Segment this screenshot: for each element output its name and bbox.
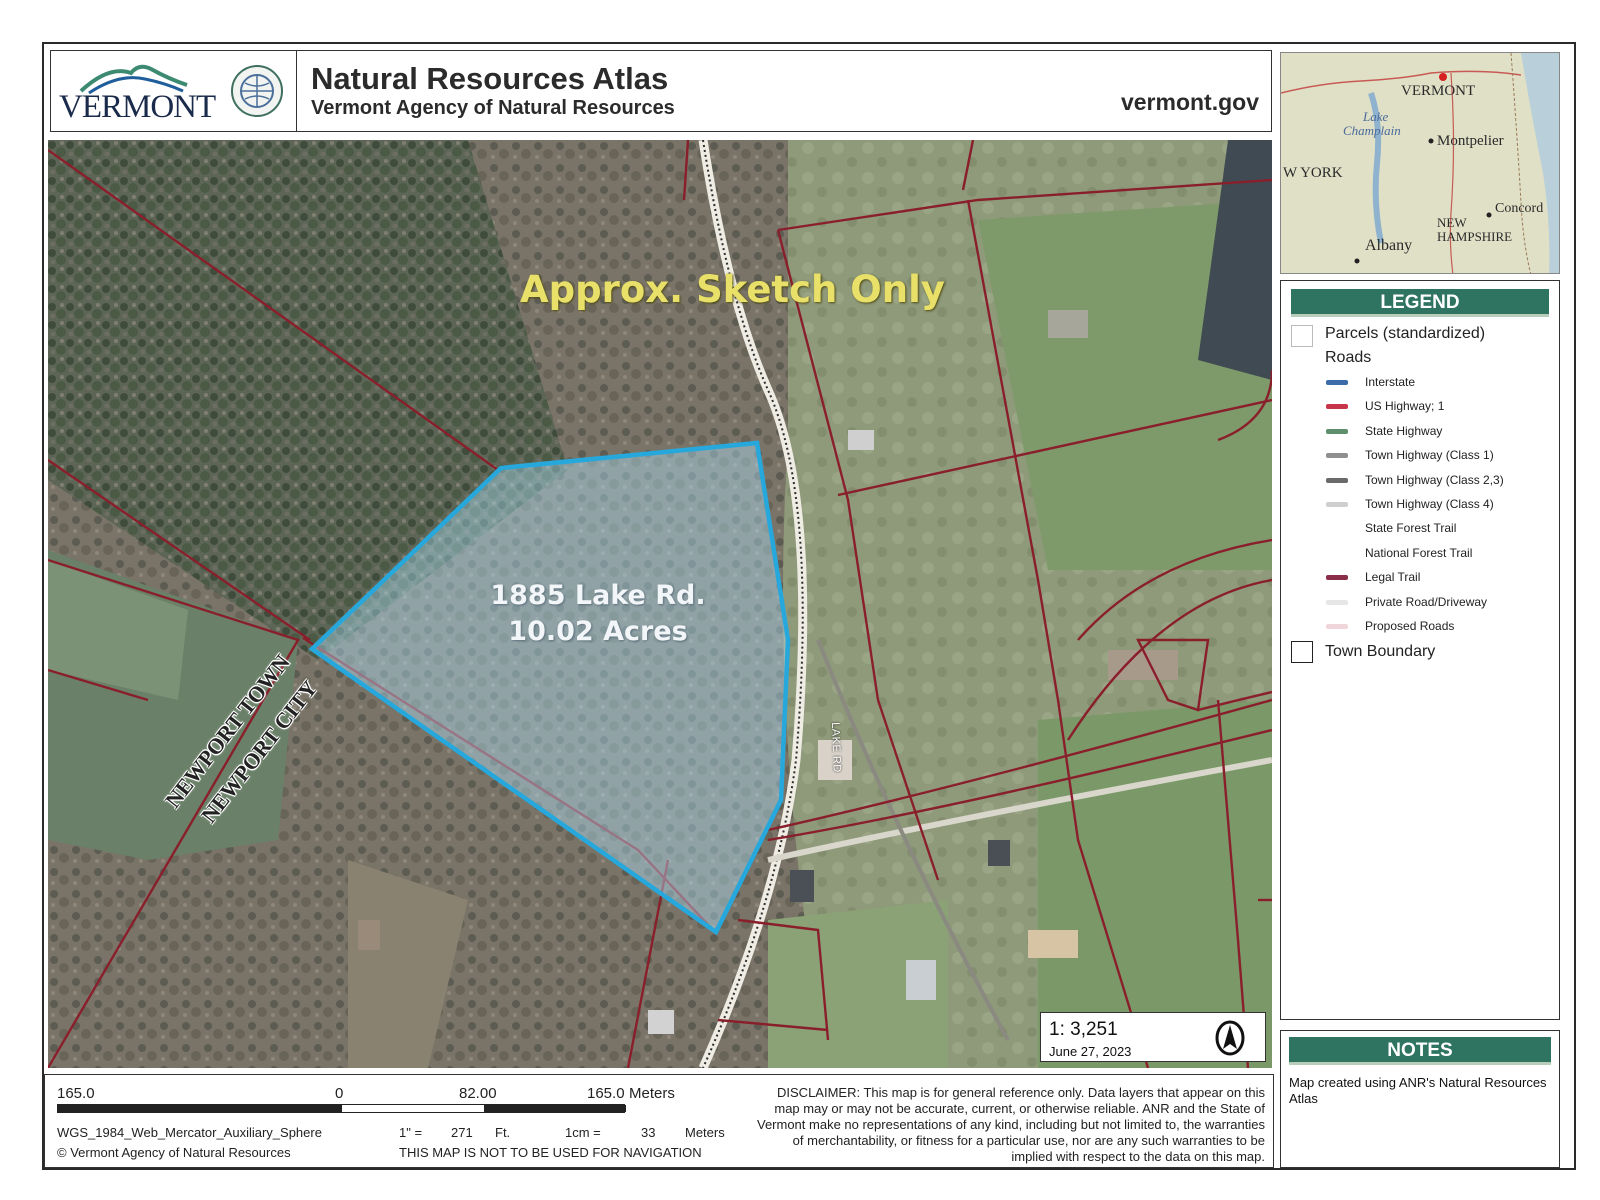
legend-item-label: Interstate (1365, 375, 1416, 389)
scale-units: Meters (629, 1085, 675, 1102)
legend-swatch (1326, 575, 1348, 581)
map-header: VERMONT Natural Resources Atlas Vermont … (50, 50, 1272, 132)
legend-parcels-label: Parcels (standardized) (1325, 325, 1486, 342)
inset-label-vermont: VERMONT (1401, 83, 1476, 99)
scale-right-value: 165.0 (587, 1085, 625, 1102)
notes-title: NOTES (1289, 1037, 1551, 1065)
legend-item-label: Private Road/Driveway (1365, 594, 1488, 609)
parcel-label: 1885 Lake Rd. 10.02 Acres (433, 578, 763, 650)
projection-text: WGS_1984_Web_Mercator_Auxiliary_Sphere (57, 1125, 322, 1140)
notes-text: Map created using ANR's Natural Resource… (1289, 1075, 1547, 1106)
cm-value: 33 (641, 1125, 656, 1140)
cm-label: 1cm = (565, 1125, 601, 1140)
inch-value: 271 (451, 1125, 473, 1140)
map-footer: 165.0 0 82.00 165.0 Meters WGS_1984_Web_… (44, 1074, 1274, 1168)
locator-inset-map: VERMONT Lake Champlain Montpelier W YORK… (1280, 52, 1560, 274)
legend-item-label: Town Highway (Class 4) (1365, 497, 1494, 511)
logo-wordmark: VERMONT (59, 89, 216, 125)
inset-label-concord: Concord (1495, 201, 1544, 216)
inset-label-albany: Albany (1365, 237, 1413, 254)
legend-swatch (1326, 599, 1348, 605)
legend-item-label: Town Highway (Class 1) (1365, 448, 1494, 463)
page-subtitle: Vermont Agency of Natural Resources (311, 97, 675, 119)
legend-panel: LEGEND Parcels (standardized) Roads Inte… (1280, 280, 1560, 1020)
scale-zero-value: 0 (335, 1085, 344, 1102)
legend-item-label: US Highway; 1 (1365, 399, 1445, 414)
vermont-logo: VERMONT (51, 51, 297, 131)
parcels-swatch (1291, 325, 1313, 347)
inset-label-montpelier: Montpelier (1437, 133, 1504, 149)
site-link[interactable]: vermont.gov (1121, 89, 1259, 116)
inset-label-new-york: W YORK (1283, 165, 1343, 181)
legend-swatch (1326, 526, 1348, 531)
legend-swatch (1326, 380, 1348, 385)
disclaimer-text: DISCLAIMER: This map is for general refe… (756, 1085, 1265, 1164)
parcel-address: 1885 Lake Rd. (490, 580, 706, 611)
legend-item-label: Legal Trail (1365, 570, 1421, 585)
town-boundary-swatch (1291, 641, 1313, 663)
legend-swatch (1326, 624, 1348, 629)
north-arrow-icon (1215, 1020, 1245, 1056)
inset-label-hampshire: HAMPSHIRE (1437, 229, 1513, 244)
road-label-lake-rd: LAKE RD (829, 722, 843, 773)
scale-ratio: 1: 3,251 (1049, 1019, 1118, 1040)
legend-item-label: Town Highway (Class 2,3) (1365, 472, 1504, 487)
legend-swatch (1326, 428, 1348, 434)
anr-seal-icon (231, 65, 283, 117)
copyright-text: © Vermont Agency of Natural Resources (57, 1145, 291, 1160)
navigation-warning: THIS MAP IS NOT TO BE USED FOR NAVIGATIO… (399, 1145, 702, 1160)
map-date: June 27, 2023 (1049, 1044, 1132, 1059)
inset-label-champlain: Champlain (1343, 123, 1401, 138)
inch-units: Ft. (495, 1125, 511, 1140)
legend-title: LEGEND (1291, 289, 1549, 317)
scale-mid-value: 82.00 (459, 1085, 497, 1102)
sketch-watermark: Approx. Sketch Only (520, 268, 945, 311)
legend-item-label: State Highway (1365, 423, 1443, 438)
aerial-map[interactable]: Approx. Sketch Only 1885 Lake Rd. 10.02 … (48, 140, 1272, 1068)
legend-town-boundary-label: Town Boundary (1325, 643, 1436, 660)
legend-item-label: State Forest Trail (1365, 521, 1457, 536)
scale-ratio-box: 1: 3,251 June 27, 2023 (1040, 1012, 1266, 1062)
legend-swatch (1326, 502, 1348, 507)
legend-item-label: Proposed Roads (1365, 619, 1455, 633)
legend-roads-label: Roads (1325, 349, 1372, 366)
scale-bar (57, 1104, 626, 1113)
cm-units: Meters (685, 1125, 725, 1140)
parcel-acreage: 10.02 Acres (508, 616, 688, 647)
legend-swatch (1326, 551, 1348, 556)
location-marker (1439, 73, 1447, 81)
notes-panel: NOTES Map created using ANR's Natural Re… (1280, 1030, 1560, 1168)
page-title: Natural Resources Atlas (311, 61, 669, 96)
legend-item-label: National Forest Trail (1365, 545, 1473, 560)
legend-swatch (1326, 477, 1348, 483)
scale-left-value: 165.0 (57, 1085, 95, 1102)
legend-swatch (1326, 404, 1348, 410)
inch-label: 1" = (399, 1125, 423, 1140)
legend-swatch (1326, 453, 1348, 459)
